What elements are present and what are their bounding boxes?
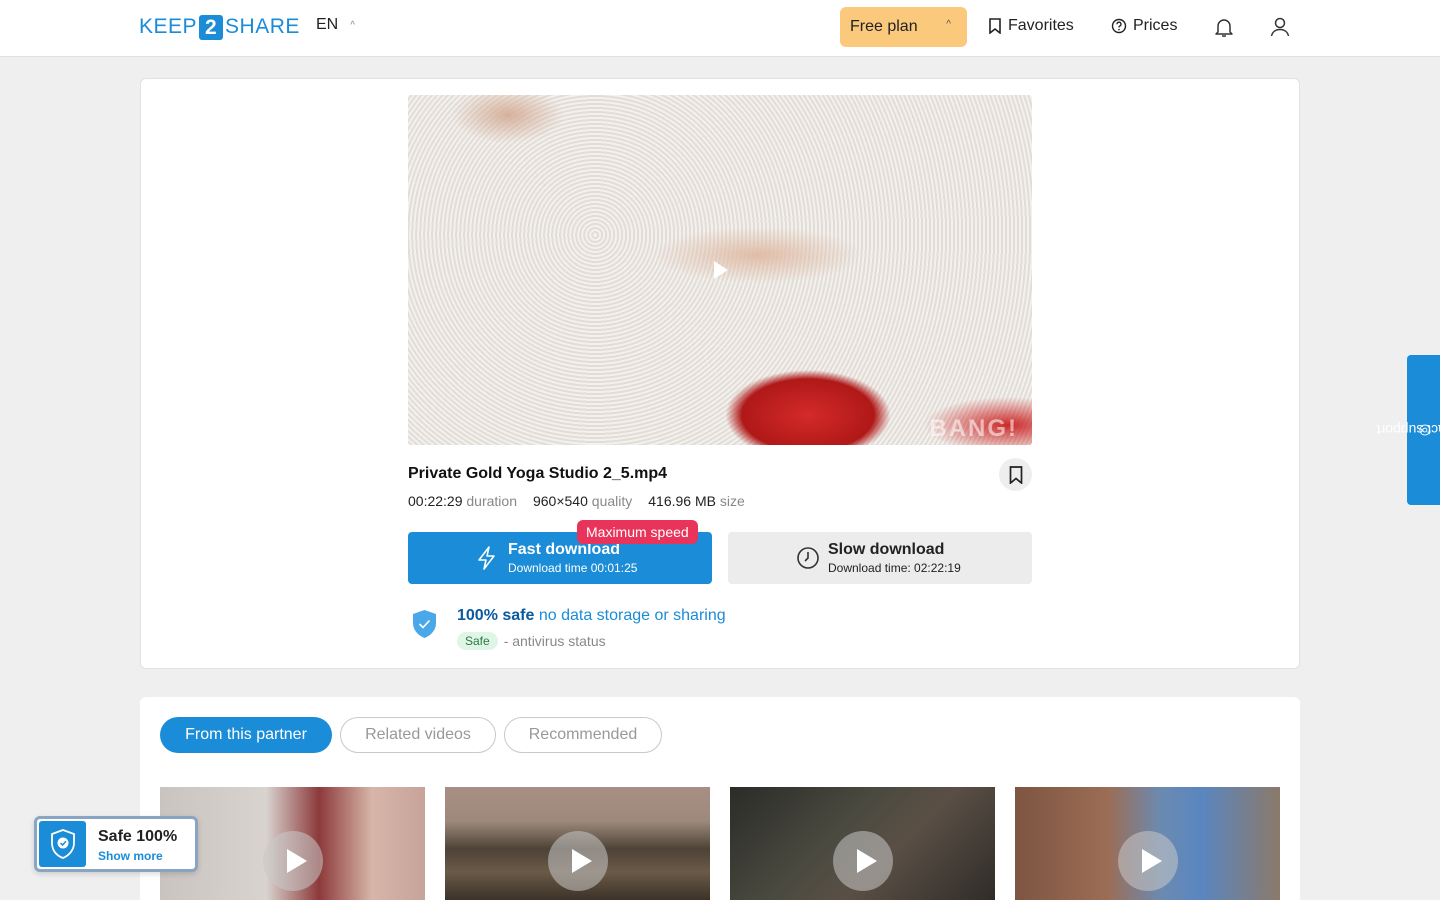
logo-text-right: SHARE: [225, 15, 300, 38]
bookmark-button[interactable]: [999, 458, 1032, 491]
safety-headline: 100% safe: [457, 607, 535, 624]
play-icon[interactable]: [832, 831, 893, 891]
logo-text-left: KEEP: [139, 15, 198, 38]
play-icon[interactable]: [262, 831, 323, 891]
top-header: KEEP 2 SHARE EN ^ Free plan ^ Favorites …: [0, 0, 1440, 57]
safe-widget-badge: [39, 821, 86, 867]
safety-line: 100% safe no data storage or sharing: [457, 607, 726, 625]
help-circle-icon: [1111, 18, 1127, 34]
favorites-label: Favorites: [1008, 17, 1074, 34]
language-selector[interactable]: EN ^: [316, 16, 355, 34]
video-thumbnail[interactable]: [445, 787, 710, 900]
tab-recommended[interactable]: Recommended: [504, 717, 662, 753]
play-icon[interactable]: [714, 261, 728, 279]
favorites-link[interactable]: Favorites: [988, 17, 1074, 35]
duration-label: duration: [466, 493, 517, 509]
max-speed-badge: Maximum speed: [577, 520, 698, 544]
chevron-up-icon: ^: [946, 19, 951, 30]
quality-meta: 960×540 quality: [533, 493, 632, 509]
plan-label: Free plan: [850, 18, 918, 35]
bookmark-icon: [989, 18, 1001, 34]
fast-download-time: Download time 00:01:25: [508, 561, 638, 575]
logo-number: 2: [199, 14, 224, 40]
video-thumbnail[interactable]: [1015, 787, 1280, 900]
video-preview[interactable]: BANG!: [408, 95, 1032, 445]
bell-icon[interactable]: [1212, 15, 1236, 39]
chevron-up-icon: ^: [350, 19, 355, 31]
antivirus-status: Safe - antivirus status: [457, 632, 606, 650]
tab-related-videos[interactable]: Related videos: [340, 717, 496, 753]
clock-icon: [797, 547, 819, 569]
video-thumbnail[interactable]: [730, 787, 995, 900]
show-more-link[interactable]: Show more: [98, 849, 163, 863]
duration-value: 00:22:29: [408, 493, 463, 509]
shield-check-icon: [50, 829, 75, 859]
slow-download-time: Download time: 02:22:19: [828, 561, 961, 575]
plan-dropdown[interactable]: Free plan ^: [840, 7, 967, 47]
video-thumbnail[interactable]: [160, 787, 425, 900]
bookmark-icon: [1009, 465, 1022, 484]
site-logo[interactable]: KEEP 2 SHARE: [139, 14, 300, 40]
prices-label: Prices: [1133, 17, 1178, 34]
size-value: 416.96 MB: [648, 493, 716, 509]
contact-support-tab[interactable]: ◎ contact support: [1376, 355, 1440, 505]
user-icon[interactable]: [1268, 15, 1292, 39]
lightning-icon: [478, 546, 495, 570]
prices-link[interactable]: Prices: [1111, 17, 1177, 35]
contact-support-text: contact support: [1375, 422, 1440, 438]
slow-download-title: Slow download: [828, 541, 945, 558]
play-icon[interactable]: [1117, 831, 1178, 891]
contact-support-label: ◎ contact support: [1376, 422, 1440, 438]
file-name: Private Gold Yoga Studio 2_5.mp4: [408, 465, 668, 482]
safe-badge: Safe: [457, 632, 498, 650]
duration-meta: 00:22:29 duration: [408, 493, 517, 509]
quality-label: quality: [591, 493, 633, 509]
slow-download-button[interactable]: Slow download Download time: 02:22:19: [728, 532, 1032, 584]
shield-check-icon: [413, 610, 436, 638]
safe-widget[interactable]: Safe 100% Show more: [34, 816, 198, 872]
language-label: EN: [316, 16, 339, 33]
size-label: size: [719, 493, 745, 509]
antivirus-status-text: - antivirus status: [503, 633, 606, 649]
file-meta: 00:22:29 duration 960×540 quality 416.96…: [408, 493, 745, 509]
size-meta: 416.96 MB size: [648, 493, 745, 509]
tab-from-this-partner[interactable]: From this partner: [160, 717, 332, 753]
quality-value: 960×540: [532, 493, 588, 509]
safety-subtext: no data storage or sharing: [538, 607, 726, 624]
video-watermark: BANG!: [929, 415, 1018, 442]
safe-widget-title: Safe 100%: [98, 828, 178, 845]
play-icon[interactable]: [547, 831, 608, 891]
